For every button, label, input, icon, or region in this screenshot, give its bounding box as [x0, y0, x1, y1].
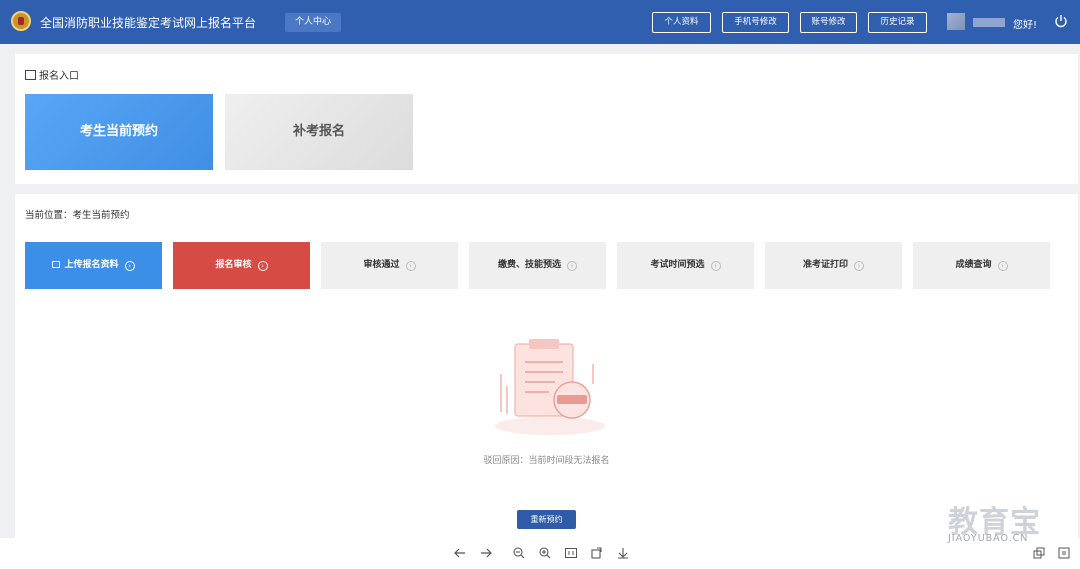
step-label: 缴费、技能预选 — [497, 260, 561, 270]
step-label: 成绩查询 — [955, 260, 992, 270]
breadcrumb-label: 当前位置： — [25, 210, 73, 221]
power-icon[interactable] — [1054, 14, 1068, 28]
copy-icon[interactable] — [1033, 547, 1045, 559]
avatar[interactable] — [947, 13, 965, 30]
zoom-in-icon[interactable] — [539, 547, 551, 559]
chevron-right-icon: › — [567, 261, 577, 271]
step-label: 报名审核 — [215, 260, 252, 270]
actual-size-icon[interactable] — [565, 547, 577, 559]
chevron-right-icon: › — [257, 261, 268, 271]
arrow-right-icon[interactable] — [480, 547, 492, 559]
breadcrumb-current: 考生当前预约 — [72, 210, 130, 221]
current-booking-card[interactable]: 考生当前预约 — [25, 94, 213, 170]
history-button[interactable]: 历史记录 — [868, 12, 927, 33]
registration-entry-panel: 报名入口 考生当前预约 补考报名 — [15, 54, 1078, 184]
lock-icon — [52, 261, 61, 268]
personal-center-button[interactable]: 个人中心 — [285, 13, 341, 32]
chevron-right-icon: › — [710, 261, 721, 271]
user-name-blurred — [973, 18, 1005, 27]
booking-progress-panel: 当前位置：考生当前预约 上传报名资料 › 报名审核 › 审核通过 › 缴费、技能预选 ›… — [15, 194, 1078, 538]
step-label: 审核通过 — [363, 260, 400, 270]
rebook-button[interactable]: 重新预约 — [517, 510, 576, 529]
step-review-passed[interactable]: 审核通过 › — [321, 242, 458, 289]
app-title: 全国消防职业技能鉴定考试网上报名平台 — [40, 16, 257, 30]
chevron-right-icon: › — [124, 261, 135, 271]
step-admission-ticket-print[interactable]: 准考证打印 › — [765, 242, 902, 289]
change-account-button[interactable]: 账号修改 — [800, 12, 857, 33]
entry-section-title: 报名入口 — [25, 67, 79, 82]
rotate-icon[interactable] — [591, 547, 603, 559]
rejected-document-illustration — [495, 339, 605, 435]
chevron-right-icon: › — [997, 261, 1008, 271]
zoom-out-icon[interactable] — [513, 547, 525, 559]
step-payment-skill-selection[interactable]: 缴费、技能预选 › — [469, 242, 606, 289]
rejection-reason-text: 驳回原因：当前时间段无法报名 — [483, 456, 610, 466]
breadcrumb: 当前位置：考生当前预约 — [25, 207, 130, 221]
step-score-query[interactable]: 成绩查询 › — [913, 242, 1050, 289]
change-phone-button[interactable]: 手机号修改 — [722, 12, 789, 33]
step-upload-materials[interactable]: 上传报名资料 › — [25, 242, 162, 289]
step-exam-time-selection[interactable]: 考试时间预选 › — [617, 242, 754, 289]
makeup-registration-card[interactable]: 补考报名 — [225, 94, 413, 170]
viewer-toolbar — [0, 538, 1080, 569]
step-label: 上传报名资料 — [64, 260, 119, 270]
download-icon[interactable] — [617, 547, 629, 559]
step-label: 准考证打印 — [802, 260, 848, 270]
arrow-left-icon[interactable] — [454, 547, 466, 559]
step-label: 考试时间预选 — [650, 260, 705, 270]
chevron-right-icon: › — [854, 261, 864, 271]
fullscreen-icon[interactable] — [1058, 547, 1070, 559]
step-registration-review[interactable]: 报名审核 › — [173, 242, 310, 289]
entry-icon — [25, 70, 36, 80]
chevron-right-icon: › — [405, 261, 416, 271]
greeting-text: 您好! — [1013, 20, 1038, 31]
entry-title-label: 报名入口 — [39, 71, 79, 82]
fire-emblem-logo — [11, 11, 31, 31]
top-header: 全国消防职业技能鉴定考试网上报名平台 个人中心 个人资料 手机号修改 账号修改 … — [0, 0, 1080, 44]
profile-button[interactable]: 个人资料 — [652, 12, 711, 33]
watermark-domain: JIAOYUBAO.CN — [948, 533, 1029, 544]
